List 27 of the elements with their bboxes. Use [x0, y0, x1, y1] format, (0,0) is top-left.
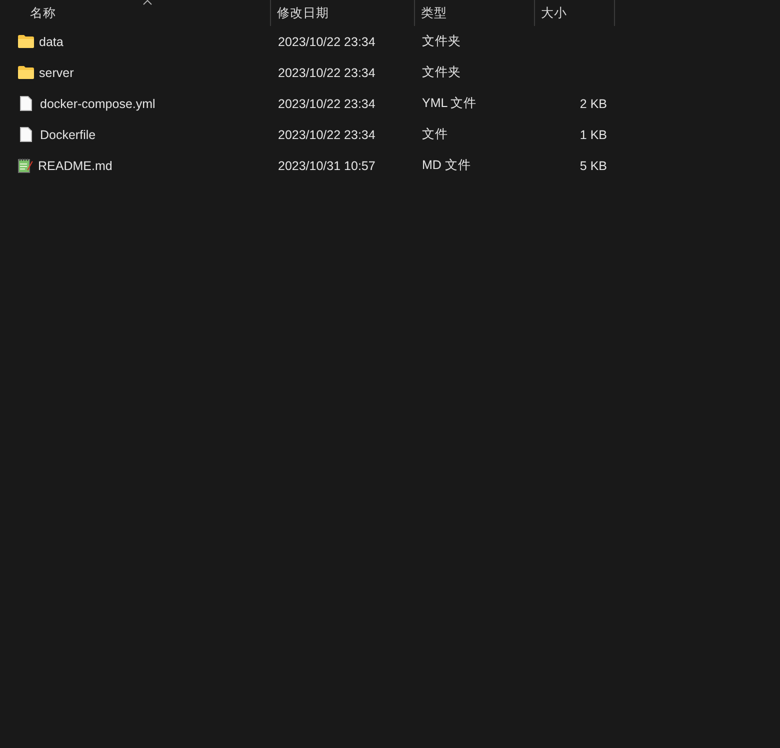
- file-name[interactable]: README.md: [38, 158, 112, 172]
- file-name[interactable]: docker-compose.yml: [40, 96, 156, 110]
- file-type: MD 文件: [422, 158, 471, 172]
- folder-icon: [18, 35, 34, 48]
- file-size: 5 KB: [580, 158, 607, 172]
- file-name[interactable]: server: [39, 66, 74, 80]
- column-header[interactable]: 修改日期: [277, 4, 329, 22]
- column-header[interactable]: 名称: [6, 4, 56, 22]
- modified-date: 2023/10/22 23:34: [278, 34, 376, 48]
- file-size: 2 KB: [580, 96, 607, 110]
- modified-date: 2023/10/22 23:34: [278, 128, 376, 142]
- document-icon: [20, 127, 32, 142]
- folder-icon: [18, 66, 34, 79]
- modified-date: 2023/10/22 23:34: [278, 66, 376, 80]
- column-header[interactable]: 类型: [421, 4, 447, 22]
- document-icon: [20, 96, 32, 111]
- file-name[interactable]: Dockerfile: [40, 128, 96, 142]
- file-name[interactable]: data: [39, 34, 64, 48]
- file-type: YML 文件: [422, 96, 477, 110]
- file-type: 文件: [422, 127, 448, 141]
- file-type: 文件夹: [422, 34, 461, 48]
- file-size: 1 KB: [580, 128, 607, 142]
- modified-date: 2023/10/31 10:57: [278, 158, 376, 172]
- notepad-icon: [18, 158, 33, 173]
- column-header[interactable]: 大小: [541, 4, 567, 22]
- modified-date: 2023/10/22 23:34: [278, 96, 376, 110]
- file-type: 文件夹: [422, 65, 461, 79]
